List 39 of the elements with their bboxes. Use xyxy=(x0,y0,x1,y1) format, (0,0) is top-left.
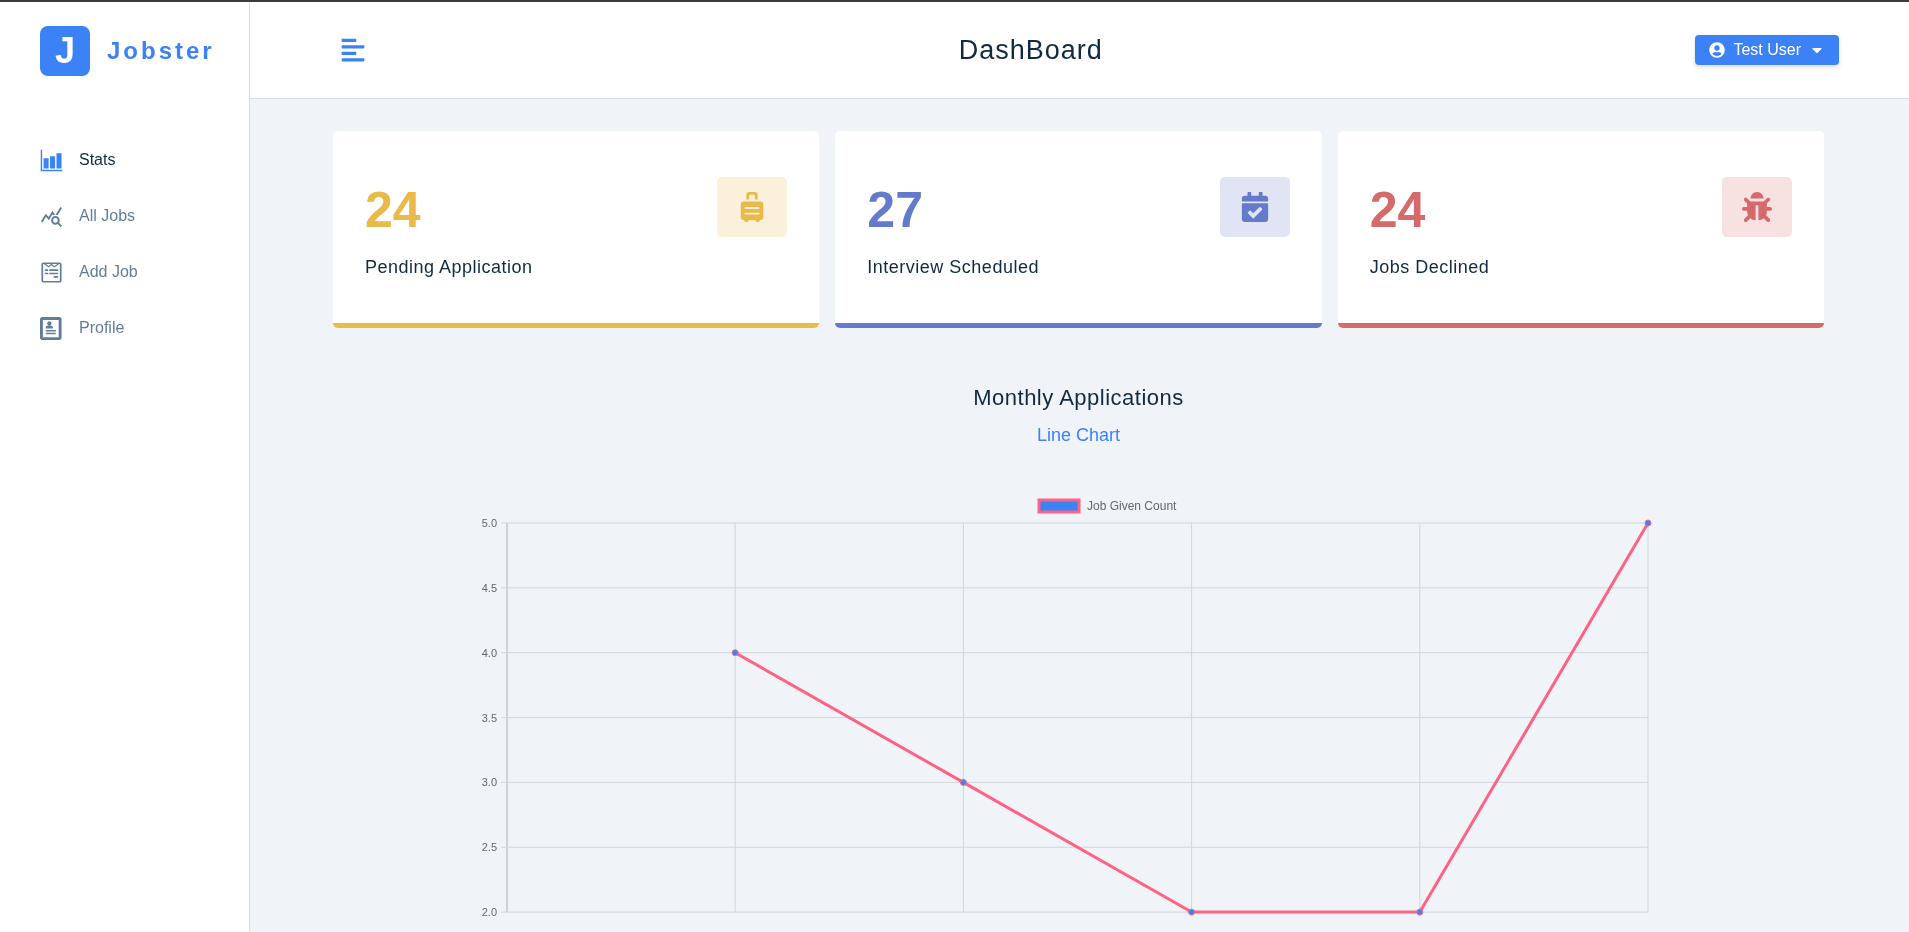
sidebar-item[interactable]: Add Job xyxy=(40,256,249,288)
menu-icon xyxy=(340,37,366,63)
stat-label: Interview Scheduled xyxy=(867,257,1040,278)
profile-card-icon xyxy=(40,316,63,340)
point xyxy=(1644,519,1652,527)
axis-tick-label: 3.5 xyxy=(481,711,497,724)
chart-type-toggle[interactable]: Line Chart xyxy=(1036,425,1121,446)
axis-tick-label: 2.5 xyxy=(481,841,497,854)
sidebar-item[interactable]: Stats xyxy=(40,144,249,176)
axis-tick-label: 2.0 xyxy=(481,906,497,919)
chart-legend: Job Given Count xyxy=(1037,498,1177,514)
chart-title: Monthly Applications xyxy=(973,385,1184,411)
menu-button[interactable] xyxy=(340,37,366,63)
point xyxy=(1188,908,1196,916)
brand-name: Jobster xyxy=(107,36,215,65)
axis-tick-label: 4.0 xyxy=(481,646,497,659)
axis-tick-label: 5.0 xyxy=(481,517,497,529)
chart-search-icon xyxy=(40,204,63,228)
sidebar-item[interactable]: Profile xyxy=(40,312,249,344)
calendar-check-icon xyxy=(1239,192,1270,222)
form-icon xyxy=(40,260,63,284)
point xyxy=(731,649,739,657)
logo-mark: J xyxy=(40,25,90,76)
stat-count: 24 xyxy=(1369,185,1426,235)
stat-count: 27 xyxy=(867,185,923,235)
point xyxy=(1416,908,1424,916)
sidebar-item[interactable]: All Jobs xyxy=(40,200,249,232)
bar-chart-icon xyxy=(40,148,63,172)
legend-label: Job Given Count xyxy=(1087,499,1178,513)
axis-tick-label: 4.5 xyxy=(481,581,497,594)
point xyxy=(959,778,967,786)
axis-tick-label: 3.0 xyxy=(481,776,497,789)
user-icon xyxy=(1709,42,1726,58)
page-title: DashBoard xyxy=(958,34,1103,66)
bug-icon xyxy=(1742,192,1772,222)
stat-label: Pending Application xyxy=(365,257,534,278)
user-menu-button[interactable]: Test User xyxy=(1695,35,1839,65)
stat-label: Jobs Declined xyxy=(1369,257,1491,278)
stat-count: 24 xyxy=(365,185,421,235)
